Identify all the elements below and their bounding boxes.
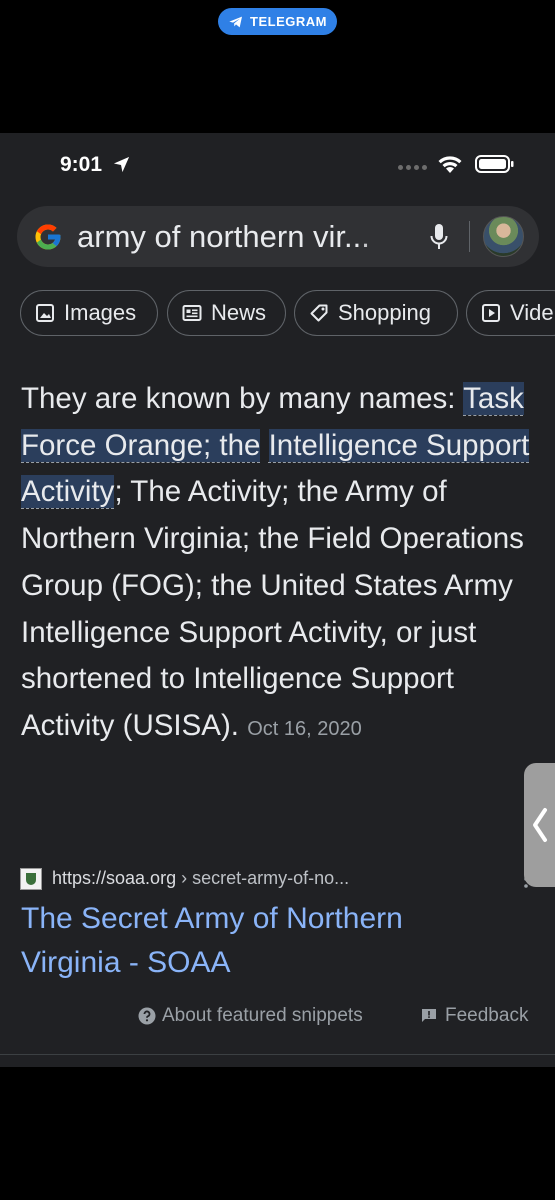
play-icon	[482, 304, 500, 322]
chevron-left-icon	[533, 808, 547, 842]
feedback-icon	[422, 1009, 436, 1022]
snippet-date: Oct 16, 2020	[247, 717, 362, 740]
side-panel-handle[interactable]	[524, 763, 555, 887]
chip-shopping[interactable]: Shopping	[294, 290, 458, 336]
google-logo-icon	[35, 224, 61, 250]
snippet-footer: About featured snippets Feedback	[0, 1005, 555, 1033]
chip-label: Images	[64, 300, 137, 325]
chip-label: Vide	[510, 300, 554, 325]
result-url[interactable]: https://soaa.org › secret-army-of-no...	[52, 868, 349, 889]
cellular-signal-icon	[398, 165, 427, 170]
chip-label: Shopping	[338, 300, 431, 325]
news-icon	[182, 305, 202, 321]
featured-snippet: They are known by many names: Task Force…	[21, 376, 541, 753]
chip-images[interactable]: Images	[20, 290, 158, 336]
tag-icon	[310, 304, 328, 322]
status-time: 9:01	[60, 153, 103, 176]
result-path: › secret-army-of-no...	[176, 868, 350, 888]
telegram-badge[interactable]: TELEGRAM	[218, 8, 337, 35]
about-label: About featured snippets	[162, 1005, 363, 1026]
about-featured-snippets-link[interactable]: About featured snippets	[138, 1005, 363, 1027]
battery-icon	[475, 155, 514, 173]
feedback-label: Feedback	[445, 1005, 529, 1026]
account-avatar[interactable]	[483, 216, 524, 257]
search-bar[interactable]: army of northern vir...	[17, 206, 539, 267]
location-arrow-icon	[113, 156, 130, 173]
image-icon	[36, 304, 54, 322]
telegram-icon	[229, 16, 243, 27]
result-domain: https://soaa.org	[52, 868, 177, 888]
chip-label: News	[211, 300, 267, 325]
snippet-body: ; The Activity; the Army of Northern Vir…	[21, 475, 524, 742]
feedback-link[interactable]: Feedback	[421, 1005, 528, 1027]
snippet-intro: They are known by many names:	[21, 382, 464, 415]
result-title-link[interactable]: The Secret Army of Northern Virginia - S…	[21, 897, 491, 985]
help-icon	[138, 1007, 156, 1025]
phone-screen: 9:01 army of northern vir... Images News…	[0, 133, 555, 1067]
microphone-icon[interactable]	[429, 223, 449, 251]
result-source[interactable]: https://soaa.org › secret-army-of-no...	[20, 867, 540, 891]
status-bar: 9:01	[0, 133, 555, 193]
chip-videos[interactable]: Vide	[466, 290, 555, 336]
wifi-icon	[438, 156, 462, 173]
site-favicon	[20, 868, 42, 890]
divider	[0, 1054, 555, 1055]
telegram-label: TELEGRAM	[250, 14, 327, 29]
chip-news[interactable]: News	[167, 290, 286, 336]
